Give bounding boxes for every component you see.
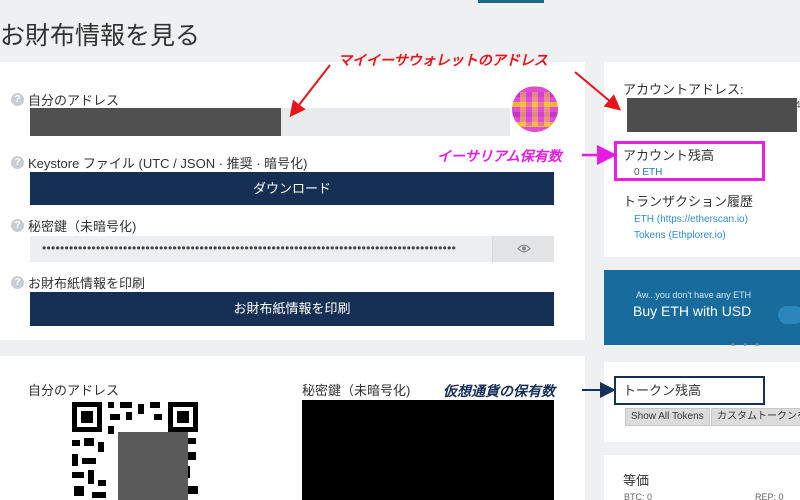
annotation-arrows bbox=[289, 64, 622, 398]
arrow-to-my-address bbox=[289, 64, 331, 118]
annotation-ether-holdings: イーサリアム保有数 bbox=[437, 149, 562, 165]
arrow-to-account-address bbox=[574, 71, 622, 111]
annotation-crypto-holdings: 仮想通貨の保有数 bbox=[443, 384, 555, 400]
annotation-my-wallet-address: マイイーサウォレットのアドレス bbox=[338, 53, 548, 69]
